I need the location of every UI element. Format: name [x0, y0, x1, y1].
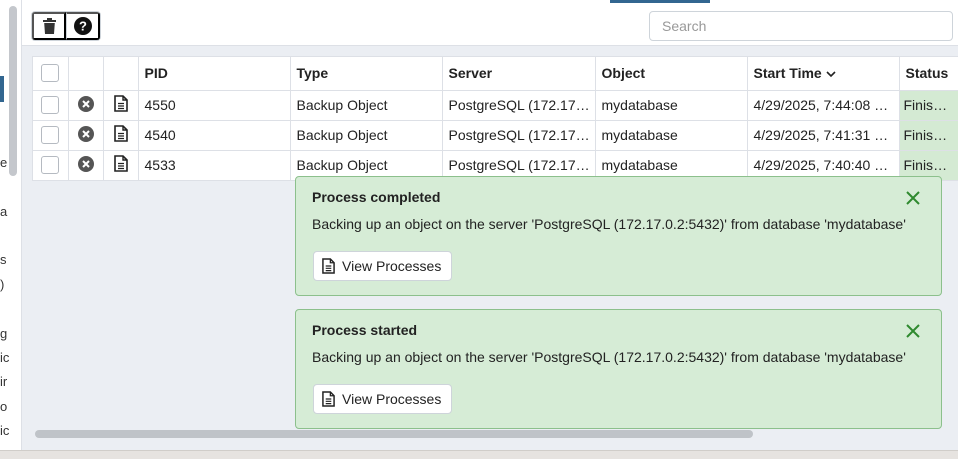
sidebar-text-fragment: ic [0, 423, 10, 438]
header-status[interactable]: Status [899, 57, 958, 91]
view-processes-button[interactable]: View Processes [313, 384, 453, 414]
row-select-cell [33, 90, 69, 121]
cell-pid: 4533 [138, 150, 291, 181]
file-text-icon[interactable] [113, 125, 128, 142]
cancel-circle-icon[interactable] [77, 95, 94, 112]
cell-server: PostgreSQL (172.17.0.2:5432) [442, 90, 596, 121]
row-cancel-cell [68, 150, 104, 181]
search-input[interactable] [649, 11, 953, 41]
toast-message: Backing up an object on the server 'Post… [312, 349, 906, 365]
select-all-checkbox[interactable] [41, 64, 60, 83]
header-object[interactable]: Object [595, 57, 748, 91]
toast-title: Process completed [312, 189, 441, 205]
cell-status: Finished [899, 90, 958, 121]
sidebar-text-fragment: s [0, 252, 7, 267]
question-circle-icon: ? [73, 17, 92, 35]
cell-server: PostgreSQL (172.17.0.2:5432) [442, 120, 596, 151]
file-text-icon[interactable] [113, 155, 128, 172]
view-processes-button[interactable]: View Processes [313, 251, 453, 281]
toolbar-button-group: ? [31, 11, 101, 41]
sidebar-scrollbar[interactable] [9, 6, 17, 176]
bottom-taskbar-edge [0, 450, 958, 459]
header-server[interactable]: Server [442, 57, 596, 91]
cell-object: mydatabase [595, 120, 748, 151]
row-checkbox[interactable] [41, 126, 60, 145]
row-cancel-cell [68, 120, 104, 151]
toast-process-completed: Process completed Backing up an object o… [295, 176, 942, 296]
toast-message: Backing up an object on the server 'Post… [312, 216, 906, 232]
header-type[interactable]: Type [290, 57, 443, 91]
file-text-icon[interactable] [113, 95, 128, 112]
sidebar-text-fragment: ic [0, 350, 10, 365]
active-tab-indicator [610, 0, 710, 3]
sidebar-text-fragment: o [0, 399, 8, 414]
header-start-time[interactable]: Start Time [747, 57, 900, 91]
processes-table: PID Type Server Object Start Time Status [32, 56, 958, 181]
table-row[interactable]: 4540 Backup Object PostgreSQL (172.17.0.… [33, 120, 958, 151]
cell-start-time: 4/29/2025, 7:41:31 PM [747, 120, 900, 151]
cell-object: mydatabase [595, 90, 748, 121]
sidebar-active-indicator [0, 76, 4, 102]
header-cancel-column [68, 57, 104, 91]
sidebar-text-fragment: ) [0, 277, 5, 292]
view-processes-label: View Processes [342, 258, 442, 274]
cell-type: Backup Object [290, 90, 443, 121]
select-all-cell [33, 57, 69, 91]
sidebar-text-fragment: g [0, 326, 8, 341]
cell-start-time: 4/29/2025, 7:44:08 PM [747, 90, 900, 121]
left-sidebar: e a s ) g ic ir o ic [0, 0, 22, 450]
toast-process-started: Process started Backing up an object on … [295, 309, 942, 429]
processes-panel: ? PID Type Server Object Start Time [22, 0, 958, 450]
row-checkbox[interactable] [41, 156, 60, 175]
sidebar-text-fragment: e [0, 155, 8, 170]
row-log-cell [103, 150, 139, 181]
toast-title: Process started [312, 322, 418, 338]
header-log-column [103, 57, 139, 91]
view-processes-label: View Processes [342, 391, 442, 407]
row-log-cell [103, 120, 139, 151]
cell-pid: 4550 [138, 90, 291, 121]
close-icon[interactable] [905, 190, 921, 206]
file-text-icon [322, 391, 335, 407]
horizontal-scrollbar[interactable] [35, 430, 753, 438]
cell-pid: 4540 [138, 120, 291, 151]
row-checkbox[interactable] [41, 96, 60, 115]
cell-type: Backup Object [290, 120, 443, 151]
cancel-circle-icon[interactable] [77, 155, 94, 172]
cell-status: Finished [899, 120, 958, 151]
table-header-row: PID Type Server Object Start Time Status [33, 57, 958, 91]
row-select-cell [33, 150, 69, 181]
table-row[interactable]: 4550 Backup Object PostgreSQL (172.17.0.… [33, 90, 958, 121]
delete-button[interactable] [32, 12, 66, 40]
help-button[interactable]: ? [66, 12, 100, 40]
chevron-down-icon [826, 71, 836, 78]
header-start-time-label: Start Time [753, 65, 822, 82]
header-pid[interactable]: PID [138, 57, 291, 91]
sidebar-text-fragment: a [0, 204, 8, 219]
svg-text:?: ? [79, 19, 87, 34]
file-text-icon [322, 258, 335, 274]
row-select-cell [33, 120, 69, 151]
row-log-cell [103, 90, 139, 121]
close-icon[interactable] [905, 323, 921, 339]
sidebar-text-fragment: ir [0, 374, 8, 389]
row-cancel-cell [68, 90, 104, 121]
toolbar: ? [22, 0, 958, 46]
trash-icon [42, 18, 56, 34]
cancel-circle-icon[interactable] [77, 125, 94, 142]
